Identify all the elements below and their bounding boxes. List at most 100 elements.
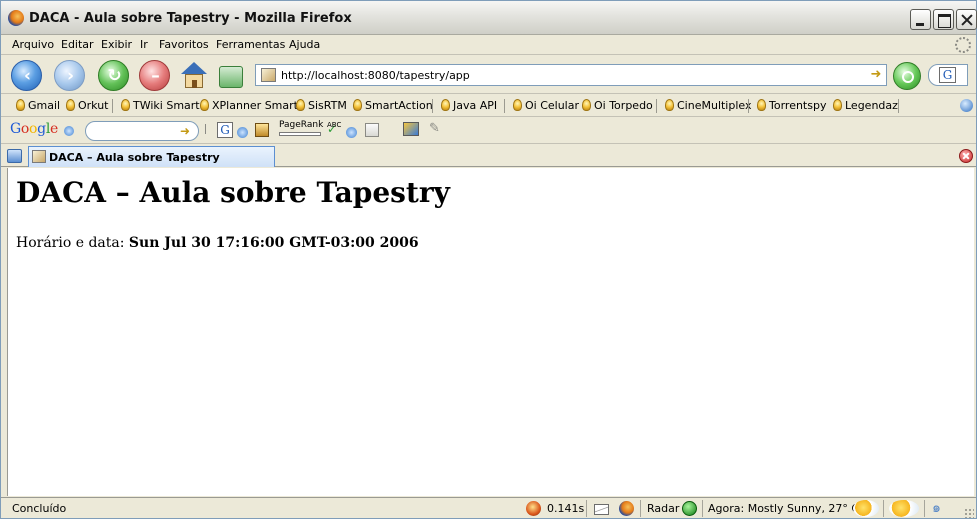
google-logo-letter: o xyxy=(20,121,30,137)
news-icon[interactable] xyxy=(255,123,269,137)
status-separator xyxy=(702,500,703,517)
menu-ajuda[interactable]: Ajuda xyxy=(289,38,320,51)
bookmark-balloon-icon xyxy=(66,99,75,111)
gmail-notifier-icon[interactable] xyxy=(594,504,609,515)
stop-icon: – xyxy=(151,66,160,86)
picasa-photo-icon[interactable] xyxy=(403,122,419,136)
google-search-go-icon[interactable]: ➜ xyxy=(180,124,190,138)
bookmark-balloon-icon xyxy=(353,99,362,111)
status-separator xyxy=(924,500,925,517)
swirl-icon[interactable]: ๑ xyxy=(932,501,947,516)
bookmark-separator xyxy=(898,99,899,113)
firefox-update-icon[interactable] xyxy=(619,501,634,516)
load-time: 0.141s xyxy=(547,502,585,515)
throbber-icon xyxy=(955,37,971,53)
toolbar-grip-icon xyxy=(205,124,211,134)
stop-button[interactable]: – xyxy=(139,60,170,91)
fasterfox-icon[interactable] xyxy=(526,501,541,516)
bookmark-cinemultiplex[interactable]: CineMultiplex xyxy=(665,99,752,112)
menu-ir[interactable]: Ir xyxy=(140,38,148,51)
search-box[interactable]: G xyxy=(928,64,968,86)
bookmarks-toolbar: Gmail Orkut TWiki Smart XPlanner Smart S… xyxy=(1,95,976,117)
spellcheck-dropdown-icon[interactable] xyxy=(346,127,357,138)
bookmark-separator xyxy=(504,99,505,113)
home-door-icon xyxy=(192,80,197,88)
menu-ferramentas[interactable]: Ferramentas xyxy=(216,38,285,51)
home-button[interactable] xyxy=(179,62,209,90)
back-button[interactable]: ‹ xyxy=(11,60,42,91)
bookmark-balloon-icon xyxy=(513,99,522,111)
url-text[interactable]: http://localhost:8080/tapestry/app xyxy=(281,69,470,82)
bookmark-balloon-icon xyxy=(16,99,25,111)
radar-status-icon[interactable] xyxy=(682,501,697,516)
bookmark-oi-torpedo[interactable]: Oi Torpedo xyxy=(582,99,653,112)
new-tab-icon[interactable] xyxy=(7,149,22,163)
google-menu-dropdown-icon[interactable] xyxy=(64,126,74,136)
page-favicon-icon xyxy=(261,68,276,82)
google-logo-letter: G xyxy=(10,121,21,137)
page-heading: DACA – Aula sobre Tapestry xyxy=(16,176,450,209)
firefox-icon xyxy=(8,10,24,26)
maximize-button[interactable] xyxy=(933,9,954,30)
bookmark-separator xyxy=(748,99,749,113)
status-separator xyxy=(883,500,884,517)
highlighter-icon[interactable]: ✎ xyxy=(429,122,443,136)
close-tab-icon[interactable] xyxy=(959,149,973,163)
bookmark-sisrtm[interactable]: SisRTM xyxy=(296,99,347,112)
reload-button[interactable]: ↻ xyxy=(98,60,129,91)
bookmark-balloon-icon xyxy=(757,99,766,111)
go-button[interactable] xyxy=(893,62,921,90)
bookmark-balloon-icon xyxy=(200,99,209,111)
go-to-page-icon[interactable] xyxy=(219,66,243,88)
menu-editar[interactable]: Editar xyxy=(61,38,94,51)
menu-arquivo[interactable]: Arquivo xyxy=(12,38,54,51)
weather-forecast-icon[interactable] xyxy=(889,500,919,517)
page-content: DACA – Aula sobre Tapestry Horário e dat… xyxy=(7,168,974,496)
forward-button[interactable]: › xyxy=(54,60,85,91)
window-title: DACA - Aula sobre Tapestry - Mozilla Fir… xyxy=(29,11,352,26)
navigation-toolbar: ‹ › ↻ – http://localhost:8080/tapestry/a… xyxy=(1,56,976,94)
bookmark-balloon-icon xyxy=(441,99,450,111)
close-window-button[interactable] xyxy=(956,9,977,30)
bookmark-separator xyxy=(432,99,433,113)
bookmark-legendaz[interactable]: Legendaz xyxy=(833,99,898,112)
rss-feed-icon[interactable] xyxy=(365,123,379,137)
bookmark-java-api[interactable]: Java API xyxy=(441,99,497,112)
status-separator xyxy=(640,500,641,517)
forward-arrow-icon: › xyxy=(66,66,74,86)
url-bar[interactable]: http://localhost:8080/tapestry/app ➜ xyxy=(255,64,887,86)
datetime-line: Horário e data: Sun Jul 30 17:16:00 GMT-… xyxy=(16,235,419,251)
bookmark-balloon-icon xyxy=(665,99,674,111)
bookmark-orkut[interactable]: Orkut xyxy=(66,99,109,112)
google-search-icon[interactable]: G xyxy=(217,122,233,138)
status-text: Concluído xyxy=(12,502,67,515)
weather-sunny-icon[interactable] xyxy=(853,500,879,517)
tab-active[interactable]: DACA – Aula sobre Tapestry xyxy=(28,146,275,167)
pagerank-bar xyxy=(279,132,321,136)
google-logo[interactable]: Google xyxy=(10,121,58,137)
bookmark-torrentspy[interactable]: Torrentspy xyxy=(757,99,826,112)
bookmark-separator xyxy=(656,99,657,113)
bookmark-balloon-icon xyxy=(121,99,130,111)
google-search-input[interactable]: ➜ xyxy=(85,121,199,141)
menu-exibir[interactable]: Exibir xyxy=(101,38,132,51)
bookmark-twiki-smart[interactable]: TWiki Smart xyxy=(121,99,200,112)
datetime-value: Sun Jul 30 17:16:00 GMT-03:00 2006 xyxy=(128,235,419,251)
menu-favoritos[interactable]: Favoritos xyxy=(159,38,209,51)
bookmark-oi-celular[interactable]: Oi Celular xyxy=(513,99,579,112)
more-bookmarks-chevron-icon[interactable] xyxy=(960,99,973,112)
weather-text[interactable]: Agora: Mostly Sunny, 27° C xyxy=(708,502,859,515)
bookmark-balloon-icon xyxy=(582,99,591,111)
minimize-button[interactable] xyxy=(910,9,931,30)
tab-favicon-icon xyxy=(32,150,46,163)
bookmark-xplanner-smart[interactable]: XPlanner Smart xyxy=(200,99,298,112)
bookmark-balloon-icon xyxy=(833,99,842,111)
bookmark-smartaction[interactable]: SmartAction xyxy=(353,99,433,112)
search-dropdown-icon[interactable] xyxy=(237,127,248,138)
url-go-icon[interactable]: ➜ xyxy=(868,67,884,83)
title-bar: DACA - Aula sobre Tapestry - Mozilla Fir… xyxy=(1,1,977,35)
resize-grip-icon[interactable] xyxy=(964,508,974,518)
status-separator xyxy=(586,500,587,517)
google-search-engine-icon[interactable]: G xyxy=(939,67,956,83)
bookmark-gmail[interactable]: Gmail xyxy=(16,99,60,112)
